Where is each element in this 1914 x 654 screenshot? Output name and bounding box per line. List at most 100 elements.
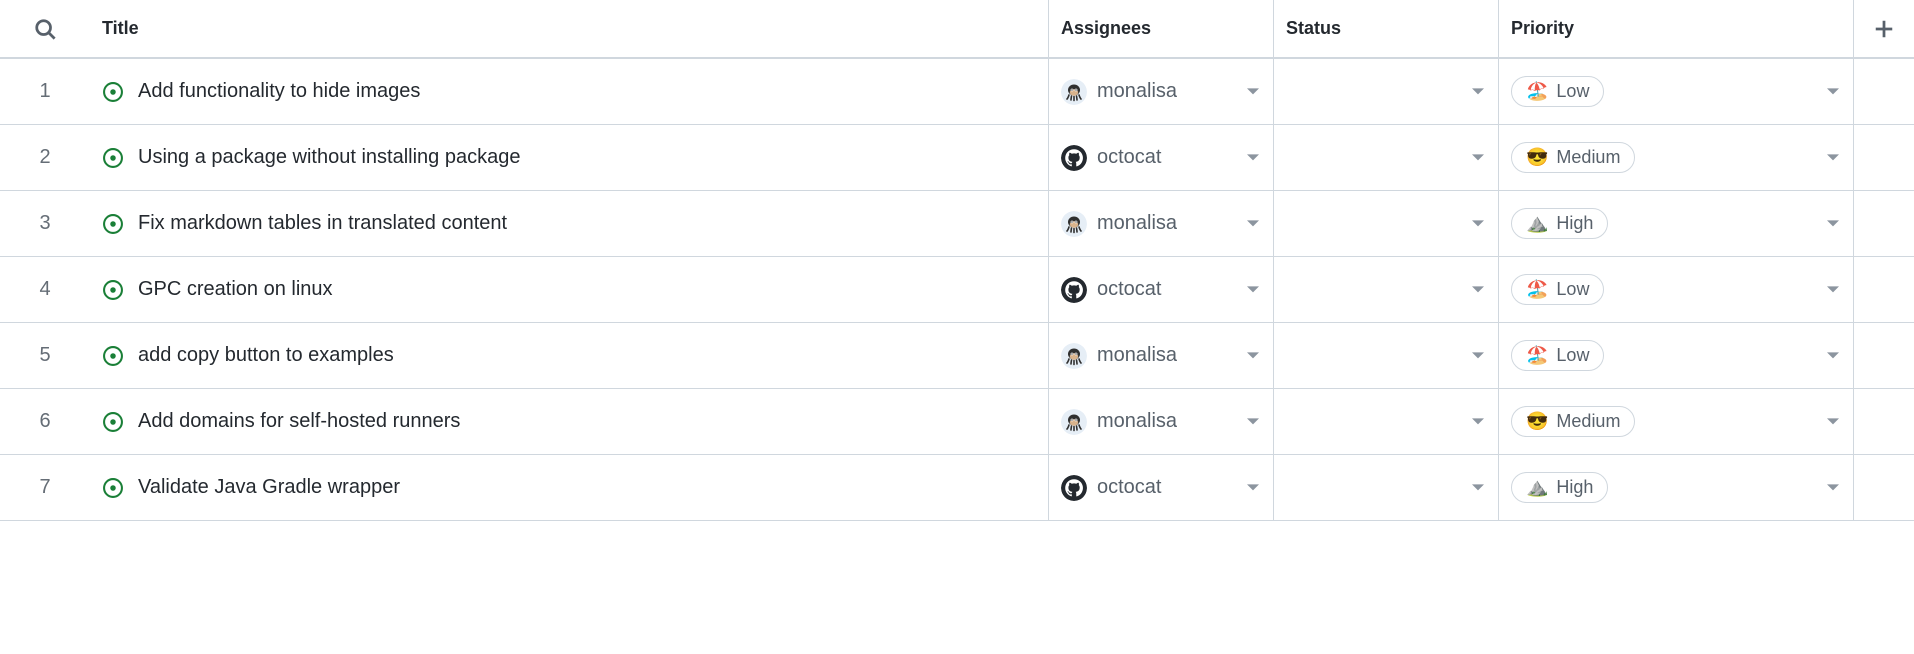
header-status-label: Status (1286, 18, 1341, 39)
cell-status[interactable] (1274, 125, 1499, 190)
priority-emoji: 🏖️ (1526, 345, 1548, 366)
priority-pill: 🏖️ Low (1511, 340, 1604, 371)
cell-status[interactable] (1274, 389, 1499, 454)
search-icon[interactable] (34, 18, 56, 40)
priority-pill: 😎 Medium (1511, 142, 1635, 173)
chevron-down-icon (1472, 482, 1484, 494)
issue-open-icon (102, 345, 124, 367)
chevron-down-icon (1827, 86, 1839, 98)
cell-status[interactable] (1274, 191, 1499, 256)
chevron-down-icon (1247, 482, 1259, 494)
cell-priority[interactable]: ⛰️ High (1499, 455, 1854, 520)
cell-extra (1854, 389, 1914, 454)
table-header-row: Title Assignees Status Priority (0, 0, 1914, 59)
project-table: Title Assignees Status Priority 1 Add fun… (0, 0, 1914, 521)
chevron-down-icon (1827, 482, 1839, 494)
header-title[interactable]: Title (90, 0, 1049, 57)
header-status[interactable]: Status (1274, 0, 1499, 57)
cell-assignees[interactable]: octocat (1049, 125, 1274, 190)
cell-assignees[interactable]: monalisa (1049, 389, 1274, 454)
issue-title: Add functionality to hide images (138, 80, 420, 103)
cell-priority[interactable]: 🏖️ Low (1499, 323, 1854, 388)
priority-label: Medium (1556, 147, 1620, 168)
issue-open-icon (102, 213, 124, 235)
chevron-down-icon (1247, 416, 1259, 428)
cell-assignees[interactable]: monalisa (1049, 191, 1274, 256)
cell-priority[interactable]: ⛰️ High (1499, 191, 1854, 256)
cell-title[interactable]: GPC creation on linux (90, 257, 1049, 322)
cell-extra (1854, 125, 1914, 190)
cell-priority[interactable]: 🏖️Low (1499, 257, 1854, 322)
cell-status[interactable] (1274, 59, 1499, 124)
issue-title: Add domains for self-hosted runners (138, 410, 460, 433)
cell-priority[interactable]: 😎 Medium (1499, 125, 1854, 190)
avatar (1061, 409, 1087, 435)
issue-open-icon (102, 147, 124, 169)
avatar (1061, 343, 1087, 369)
chevron-down-icon (1827, 416, 1839, 428)
cell-priority[interactable]: 😎Medium (1499, 389, 1854, 454)
cell-assignees[interactable]: monalisa (1049, 59, 1274, 124)
chevron-down-icon (1827, 152, 1839, 164)
cell-title[interactable]: Add functionality to hide images (90, 59, 1049, 124)
cell-extra (1854, 59, 1914, 124)
issue-open-icon (102, 81, 124, 103)
header-priority-label: Priority (1511, 18, 1574, 39)
cell-extra (1854, 455, 1914, 520)
row-number: 4 (0, 257, 90, 322)
table-row: 5 add copy button to examples monalisa 🏖️ Lo… (0, 323, 1914, 389)
cell-title[interactable]: Fix markdown tables in translated conten… (90, 191, 1049, 256)
priority-emoji: 😎 (1526, 147, 1548, 168)
cell-extra (1854, 323, 1914, 388)
header-priority[interactable]: Priority (1499, 0, 1854, 57)
cell-title[interactable]: Add domains for self-hosted runners (90, 389, 1049, 454)
avatar (1061, 277, 1087, 303)
table-row: 1 Add functionality to hide images monalis… (0, 59, 1914, 125)
table-row: 7Validate Java Gradle wrapperoctocat ⛰️ Hi… (0, 455, 1914, 521)
header-title-label: Title (102, 18, 139, 39)
cell-assignees[interactable]: octocat (1049, 257, 1274, 322)
row-number: 7 (0, 455, 90, 520)
cell-title[interactable]: Using a package without installing packa… (90, 125, 1049, 190)
table-row: 6Add domains for self-hosted runnersmona… (0, 389, 1914, 455)
cell-status[interactable] (1274, 455, 1499, 520)
priority-label: High (1556, 477, 1593, 498)
cell-title[interactable]: Validate Java Gradle wrapper (90, 455, 1049, 520)
avatar (1061, 79, 1087, 105)
plus-icon (1873, 18, 1895, 40)
cell-status[interactable] (1274, 323, 1499, 388)
row-number: 5 (0, 323, 90, 388)
cell-status[interactable] (1274, 257, 1499, 322)
assignee-name: monalisa (1097, 80, 1177, 103)
priority-pill: 🏖️Low (1511, 274, 1604, 305)
chevron-down-icon (1247, 218, 1259, 230)
cell-priority[interactable]: 🏖️Low (1499, 59, 1854, 124)
assignee-name: octocat (1097, 146, 1161, 169)
priority-emoji: ⛰️ (1526, 213, 1548, 234)
avatar (1061, 145, 1087, 171)
chevron-down-icon (1827, 284, 1839, 296)
chevron-down-icon (1827, 350, 1839, 362)
issue-title: add copy button to examples (138, 344, 394, 367)
header-assignees[interactable]: Assignees (1049, 0, 1274, 57)
chevron-down-icon (1247, 152, 1259, 164)
cell-title[interactable]: add copy button to examples (90, 323, 1049, 388)
table-row: 4 GPC creation on linux octocat 🏖️Low (0, 257, 1914, 323)
cell-assignees[interactable]: monalisa (1049, 323, 1274, 388)
cell-assignees[interactable]: octocat (1049, 455, 1274, 520)
chevron-down-icon (1247, 350, 1259, 362)
cell-extra (1854, 191, 1914, 256)
priority-label: Low (1556, 345, 1589, 366)
table-body: 1 Add functionality to hide images monalis… (0, 59, 1914, 521)
issue-open-icon (102, 411, 124, 433)
priority-emoji: 😎 (1526, 411, 1548, 432)
header-add-column[interactable] (1854, 0, 1914, 57)
issue-open-icon (102, 279, 124, 301)
priority-label: High (1556, 213, 1593, 234)
assignee-name: octocat (1097, 278, 1161, 301)
row-number: 1 (0, 59, 90, 124)
issue-title: Using a package without installing packa… (138, 146, 520, 169)
priority-emoji: ⛰️ (1526, 477, 1548, 498)
issue-title: GPC creation on linux (138, 278, 333, 301)
chevron-down-icon (1827, 218, 1839, 230)
